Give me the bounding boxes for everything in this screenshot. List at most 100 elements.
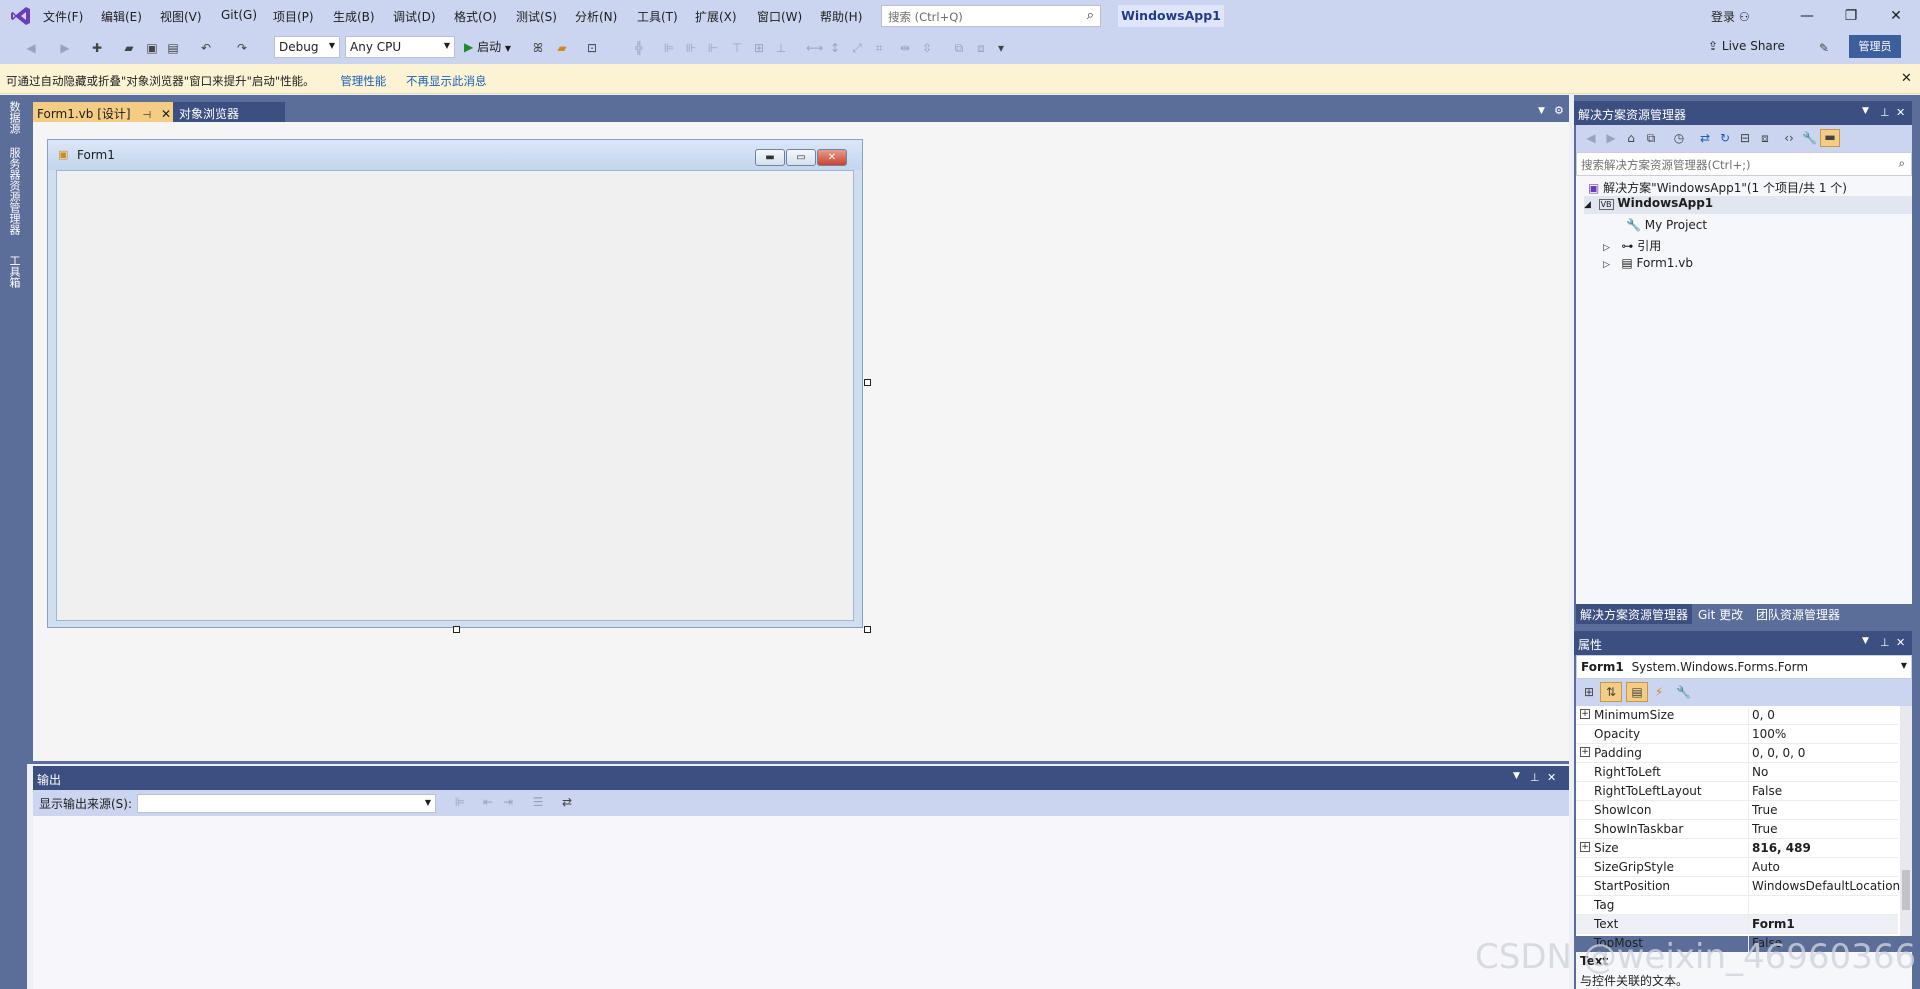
properties-close-icon[interactable]: ✕ [1896, 636, 1905, 649]
size-to-grid-icon[interactable]: ⌗ [872, 41, 886, 55]
prev-message-icon[interactable]: ⇤ [481, 795, 495, 809]
property-row[interactable]: Tag [1576, 896, 1898, 916]
minimize-window-button[interactable]: — [1797, 6, 1817, 26]
restore-window-button[interactable]: ❐ [1841, 6, 1861, 26]
align-right-icon[interactable]: ⊩ [706, 41, 720, 55]
hot-reload-icon[interactable]: ꕤ [531, 41, 545, 55]
property-value[interactable]: True [1748, 803, 1778, 821]
menu-item[interactable]: Git(G) [221, 8, 257, 22]
properties-scrollbar[interactable] [1900, 706, 1912, 936]
output-source-dropdown[interactable]: ▼ [137, 794, 436, 813]
show-all-files-icon[interactable]: ⧈ [1758, 131, 1772, 145]
pin-icon[interactable]: ⊣ [142, 110, 151, 121]
tree-item-references[interactable]: ▷ ⊶ 引用 [1603, 237, 1661, 254]
toolbox-tab[interactable]: 工具箱 [6, 255, 22, 288]
tab-team-explorer[interactable]: 团队资源管理器 [1752, 604, 1844, 624]
open-folder-icon[interactable]: ▰ [122, 41, 136, 55]
property-value[interactable] [1748, 898, 1752, 916]
browser-link-icon[interactable]: ▰ [555, 41, 569, 55]
menu-item[interactable]: 测试(S) [516, 8, 557, 25]
preview-selected-icon[interactable]: ▬ [1820, 129, 1840, 147]
tree-item-form1[interactable]: ▷ ▤ Form1.vb [1603, 256, 1693, 270]
live-share-button[interactable]: ⇪ Live Share [1708, 39, 1785, 53]
search-input[interactable]: 搜索 (Ctrl+Q) ⌕ [881, 5, 1101, 27]
word-wrap-icon[interactable]: ⇄ [560, 795, 574, 809]
make-same-size-icon[interactable]: ⤢ [850, 41, 864, 55]
screenshot-icon[interactable]: ⊡ [585, 41, 599, 55]
property-row[interactable]: + Size 816, 489 [1576, 839, 1898, 859]
next-message-icon[interactable]: ⇥ [501, 795, 515, 809]
property-value[interactable]: Form1 [1748, 917, 1795, 935]
find-in-output-icon[interactable]: ⊫ [453, 795, 467, 809]
menu-item[interactable]: 视图(V) [160, 8, 202, 25]
tab-git-changes[interactable]: Git 更改 [1694, 604, 1747, 624]
resize-handle-right[interactable] [864, 379, 871, 386]
property-row[interactable]: SizeGripStyle Auto [1576, 858, 1898, 878]
properties-options-icon[interactable]: ▼ [1862, 636, 1869, 646]
properties-object-selector[interactable]: Form1 System.Windows.Forms.Form ▼ [1576, 655, 1912, 679]
expand-icon[interactable]: + [1580, 842, 1590, 852]
solution-search-input[interactable]: 搜索解决方案资源管理器(Ctrl+;) ⌕ [1576, 152, 1912, 176]
view-code-icon[interactable]: ‹› [1782, 131, 1796, 145]
horizontal-spacing-icon[interactable]: ⇹ [898, 41, 912, 55]
tree-item-project[interactable]: ◢ VB WindowsApp1 [1584, 196, 1912, 214]
platform-dropdown[interactable]: Any CPU ▼ [345, 36, 455, 58]
property-value[interactable]: 0, 0 [1748, 708, 1775, 726]
data-sources-tab[interactable]: 数据源 [6, 101, 22, 134]
property-value[interactable]: True [1748, 822, 1778, 840]
menu-item[interactable]: 项目(P) [273, 8, 314, 25]
dont-show-again-link[interactable]: 不再显示此消息 [406, 74, 487, 88]
properties-wrench-icon[interactable]: 🔧 [1802, 131, 1817, 145]
property-row[interactable]: ShowInTaskbar True [1576, 820, 1898, 840]
save-icon[interactable]: ▣ [145, 41, 159, 55]
clear-all-icon[interactable]: ☰ [531, 795, 545, 809]
menu-item[interactable]: 格式(O) [454, 8, 497, 25]
property-row[interactable]: RightToLeft No [1576, 763, 1898, 783]
property-row[interactable]: + MinimumSize 0, 0 [1576, 706, 1898, 726]
output-close-icon[interactable]: ✕ [1547, 771, 1556, 784]
sync-icon[interactable]: ⇄ [1698, 131, 1712, 145]
properties-view-icon[interactable]: ▤ [1626, 682, 1648, 702]
back-icon[interactable]: ◀ [24, 41, 38, 55]
manage-performance-link[interactable]: 管理性能 [340, 74, 386, 88]
menu-item[interactable]: 文件(F) [43, 8, 83, 25]
align-bottom-icon[interactable]: ⊥ [774, 41, 788, 55]
tab-form1-design[interactable]: Form1.vb [设计] ⊣ ✕ [33, 102, 173, 122]
visual-studio-logo-icon[interactable] [10, 5, 32, 27]
make-same-height-icon[interactable]: ↕ [828, 41, 842, 55]
close-infobar-icon[interactable]: ✕ [1901, 71, 1912, 86]
resize-handle-bottom[interactable] [453, 626, 460, 633]
scrollbar-thumb[interactable] [1902, 870, 1910, 910]
tree-item-solution[interactable]: ▣ 解决方案"WindowsApp1"(1 个项目/共 1 个) [1588, 179, 1847, 196]
close-window-button[interactable]: ✕ [1886, 6, 1906, 26]
feedback-icon[interactable]: ✎ [1817, 41, 1831, 55]
menu-item[interactable]: 编辑(E) [101, 8, 142, 25]
property-row[interactable]: StartPosition WindowsDefaultLocation [1576, 877, 1900, 897]
solution-explorer-pin-icon[interactable]: ⊥ [1880, 106, 1890, 119]
admin-badge[interactable]: 管理员 [1849, 35, 1901, 58]
property-value[interactable]: WindowsDefaultLocation [1748, 879, 1900, 897]
form1-preview[interactable]: ▣ Form1 ▬ ▭ ✕ [47, 139, 863, 628]
start-debug-button[interactable]: ▶ 启动 ▼ [464, 38, 511, 55]
property-value[interactable]: Auto [1748, 860, 1780, 878]
categorized-icon[interactable]: ⊞ [1582, 685, 1596, 699]
form-client-area[interactable] [56, 170, 854, 621]
properties-pin-icon[interactable]: ⊥ [1880, 636, 1890, 649]
align-top-icon[interactable]: ⊤ [730, 41, 744, 55]
collapse-all-icon[interactable]: ⊟ [1738, 131, 1752, 145]
menu-item[interactable]: 工具(T) [637, 8, 678, 25]
property-row[interactable]: + Padding 0, 0, 0, 0 [1576, 744, 1898, 764]
send-to-back-icon[interactable]: ⧈ [974, 41, 988, 55]
back-icon[interactable]: ◀ [1584, 131, 1598, 145]
menu-item[interactable]: 帮助(H) [820, 8, 862, 25]
property-value[interactable]: 0, 0, 0, 0 [1748, 746, 1805, 764]
vertical-spacing-icon[interactable]: ⇳ [920, 41, 934, 55]
menu-item[interactable]: 扩展(X) [695, 8, 737, 25]
switch-views-icon[interactable]: ⧉ [1644, 131, 1658, 145]
solution-explorer-close-icon[interactable]: ✕ [1896, 106, 1905, 119]
property-pages-wrench-icon[interactable]: 🔧 [1676, 685, 1691, 699]
save-all-icon[interactable]: ▤ [166, 41, 180, 55]
redo-icon[interactable]: ↷ [235, 41, 249, 55]
pending-changes-icon[interactable]: ◷ [1672, 131, 1686, 145]
tab-list-dropdown-icon[interactable]: ▼ [1538, 106, 1545, 116]
